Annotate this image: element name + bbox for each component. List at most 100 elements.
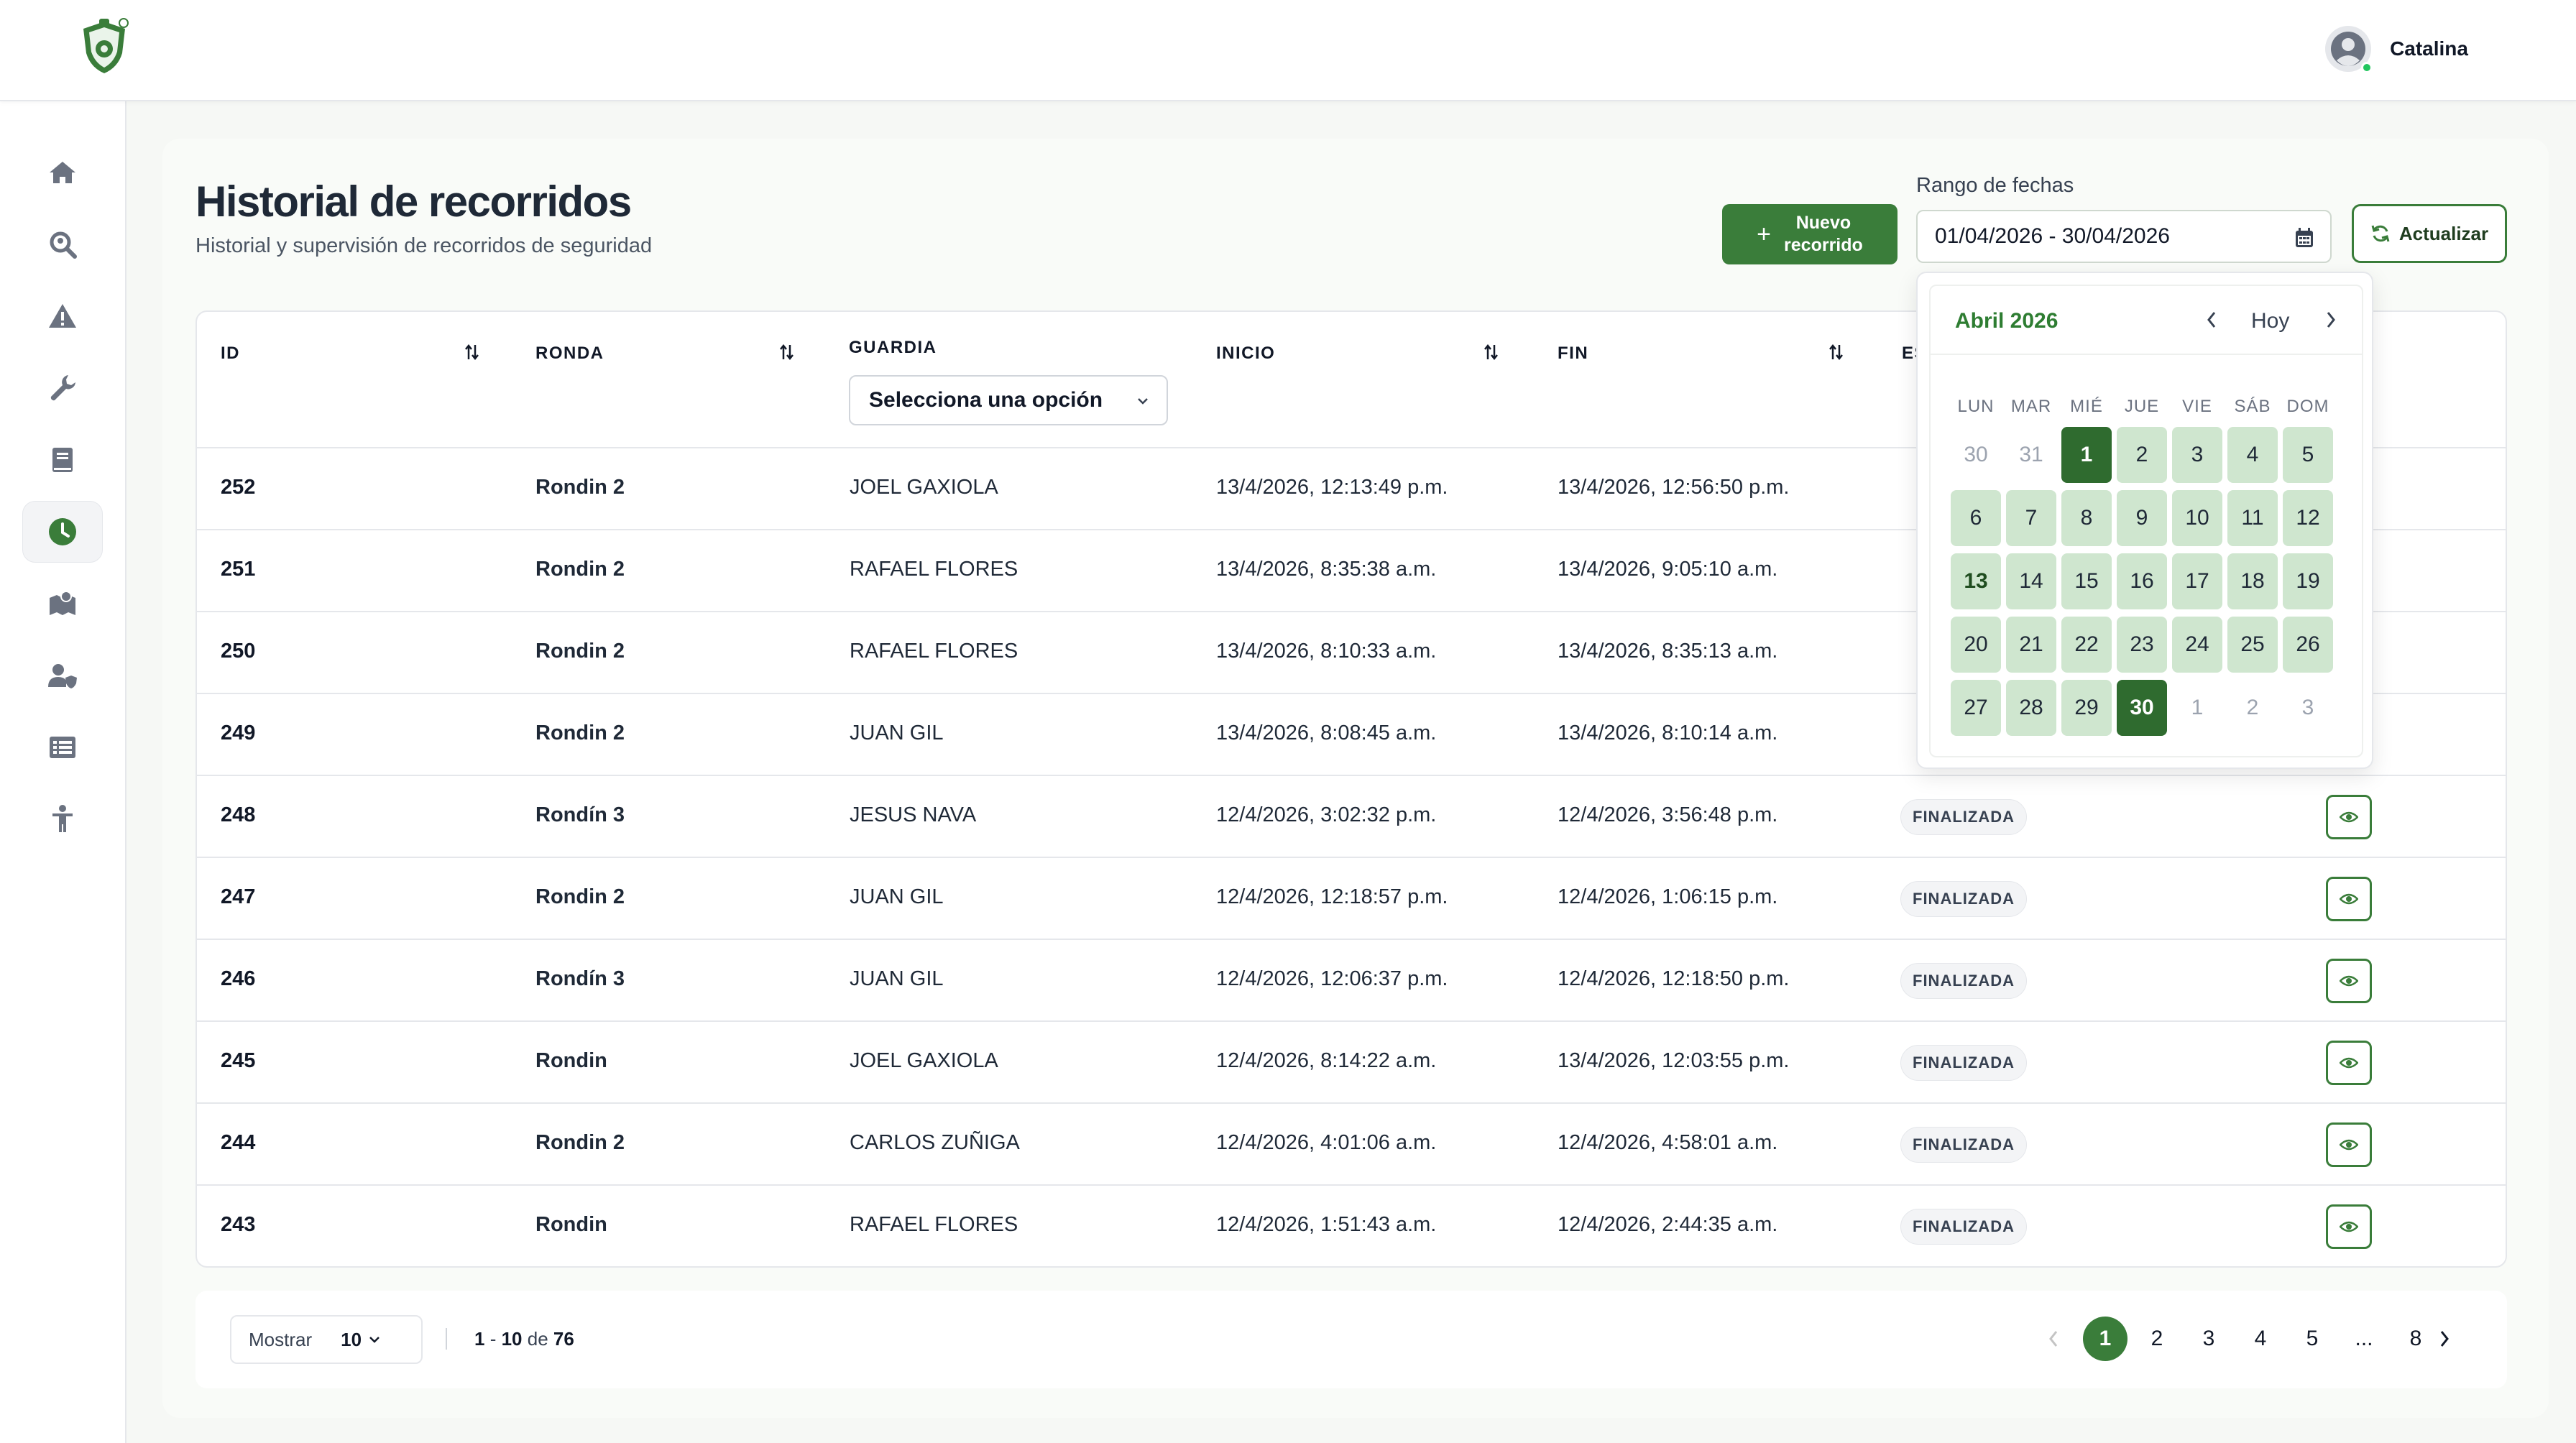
row-fin: 13/4/2026, 12:56:50 p.m. [1558, 476, 1790, 499]
calendar-day[interactable]: 26 [2283, 617, 2333, 673]
calendar-day[interactable]: 22 [2061, 617, 2112, 673]
calendar-day[interactable]: 1 [2061, 427, 2112, 483]
calendar-day[interactable]: 20 [1951, 617, 2001, 673]
calendar-prev-button[interactable] [2201, 308, 2222, 332]
view-details-button[interactable] [2326, 1204, 2372, 1249]
calendar-day[interactable]: 27 [1951, 680, 2001, 736]
calendar-day[interactable]: 30 [1951, 427, 2001, 483]
calendar-day[interactable]: 7 [2006, 490, 2056, 546]
calendar-day[interactable]: 19 [2283, 553, 2333, 609]
weekday-label: DOM [2286, 397, 2329, 416]
sidebar-item-tools[interactable] [22, 357, 103, 419]
sort-icon[interactable] [464, 342, 480, 362]
user-avatar-icon [2331, 32, 2366, 66]
calendar-day[interactable]: 4 [2227, 427, 2278, 483]
sidebar-item-alerts[interactable] [22, 285, 103, 347]
calendar-day[interactable]: 29 [2061, 680, 2112, 736]
row-guardia: JUAN GIL [850, 722, 944, 744]
per-page-value: 10 [341, 1328, 362, 1350]
calendar-panel: Abril 2026 Hoy LUN MAR MIÉ JUE VIE SÁB DOM 30 3… [1929, 285, 2363, 757]
view-details-button[interactable] [2326, 795, 2372, 839]
page-button[interactable]: 1 [2083, 1317, 2128, 1361]
refresh-icon [2371, 225, 2390, 242]
view-details-button[interactable] [2326, 959, 2372, 1003]
next-page-button[interactable] [2422, 1317, 2467, 1361]
calendar-day[interactable]: 18 [2227, 553, 2278, 609]
page-button[interactable]: 2 [2135, 1317, 2179, 1361]
column-header-inicio[interactable]: INICIO [1216, 344, 1275, 364]
results-range: 1 - 10 de 76 [474, 1328, 574, 1350]
calendar-day[interactable]: 16 [2117, 553, 2167, 609]
sort-icon[interactable] [1484, 342, 1499, 362]
calendar-day[interactable]: 28 [2006, 680, 2056, 736]
row-id: 250 [221, 640, 256, 663]
sidebar-item-users[interactable] [22, 645, 103, 706]
sidebar-item-logbook[interactable] [22, 429, 103, 491]
page-button[interactable]: 3 [2186, 1317, 2231, 1361]
date-range-input[interactable]: 01/04/2026 - 30/04/2026 [1916, 210, 2332, 263]
page-button[interactable]: 4 [2238, 1317, 2283, 1361]
calendar-day[interactable]: 12 [2283, 490, 2333, 546]
row-id: 252 [221, 476, 256, 499]
calendar-next-button[interactable] [2320, 308, 2342, 332]
sidebar-item-map[interactable] [22, 573, 103, 635]
row-guardia: RAFAEL FLORES [850, 1213, 1018, 1236]
calendar-day[interactable]: 25 [2227, 617, 2278, 673]
user-menu[interactable]: Catalina [2325, 26, 2468, 73]
row-inicio: 13/4/2026, 8:35:38 a.m. [1216, 558, 1437, 581]
view-details-button[interactable] [2326, 877, 2372, 921]
sort-icon[interactable] [1828, 342, 1844, 362]
calendar-day[interactable]: 6 [1951, 490, 2001, 546]
row-guardia: CARLOS ZUÑIGA [850, 1131, 1020, 1154]
table-row: 244 Rondin 2 CARLOS ZUÑIGA 12/4/2026, 4:01:… [197, 1104, 2506, 1186]
view-details-button[interactable] [2326, 1122, 2372, 1167]
calendar-day[interactable]: 2 [2227, 680, 2278, 736]
new-route-button[interactable]: + Nuevo recorrido [1722, 204, 1898, 264]
per-page-select[interactable]: Mostrar 10 [230, 1315, 423, 1364]
eye-icon [2340, 1221, 2358, 1232]
calendar-day[interactable]: 13 [1951, 553, 2001, 609]
calendar-day[interactable]: 14 [2006, 553, 2056, 609]
calendar-day[interactable]: 21 [2006, 617, 2056, 673]
calendar-today-button[interactable]: Hoy [2251, 309, 2289, 333]
calendar-day[interactable]: 15 [2061, 553, 2112, 609]
calendar-day[interactable]: 9 [2117, 490, 2167, 546]
calendar-day[interactable]: 1 [2172, 680, 2222, 736]
calendar-day[interactable]: 11 [2227, 490, 2278, 546]
shield-logo-icon[interactable] [78, 17, 131, 76]
sidebar-item-home[interactable] [22, 142, 103, 203]
refresh-button[interactable]: Actualizar [2352, 204, 2507, 263]
calendar-day[interactable]: 24 [2172, 617, 2222, 673]
column-header-guardia: GUARDIA [849, 338, 937, 357]
calendar-day[interactable]: 2 [2117, 427, 2167, 483]
calendar-day[interactable]: 23 [2117, 617, 2167, 673]
sidebar-item-guard[interactable] [22, 788, 103, 850]
column-header-id[interactable]: ID [221, 344, 240, 364]
guardia-filter-select[interactable]: Selecciona una opción [849, 375, 1168, 425]
status-badge: FINALIZADA [1900, 1209, 2027, 1245]
prev-page-button[interactable] [2031, 1317, 2076, 1361]
calendar-day[interactable]: 30 [2117, 680, 2167, 736]
date-range-label: Rango de fechas [1916, 174, 2074, 197]
sidebar-item-search[interactable] [22, 213, 103, 275]
map-icon [50, 591, 75, 615]
row-guardia: JOEL GAXIOLA [850, 476, 998, 499]
column-header-ronda[interactable]: RONDA [535, 344, 604, 364]
sidebar-item-list[interactable] [22, 716, 103, 778]
view-details-button[interactable] [2326, 1041, 2372, 1085]
calendar-day[interactable]: 3 [2283, 680, 2333, 736]
sort-icon[interactable] [779, 342, 795, 362]
calendar-day[interactable]: 8 [2061, 490, 2112, 546]
page-button[interactable]: 5 [2290, 1317, 2334, 1361]
row-id: 243 [221, 1213, 256, 1236]
calendar-day[interactable]: 17 [2172, 553, 2222, 609]
sidebar-item-history[interactable] [22, 501, 103, 563]
weekday-label: MAR [2010, 397, 2052, 416]
column-header-fin[interactable]: FIN [1558, 344, 1588, 364]
home-icon [50, 162, 75, 183]
calendar-day[interactable]: 10 [2172, 490, 2222, 546]
calendar-day[interactable]: 5 [2283, 427, 2333, 483]
avatar[interactable] [2325, 26, 2373, 73]
calendar-day[interactable]: 3 [2172, 427, 2222, 483]
calendar-day[interactable]: 31 [2006, 427, 2056, 483]
